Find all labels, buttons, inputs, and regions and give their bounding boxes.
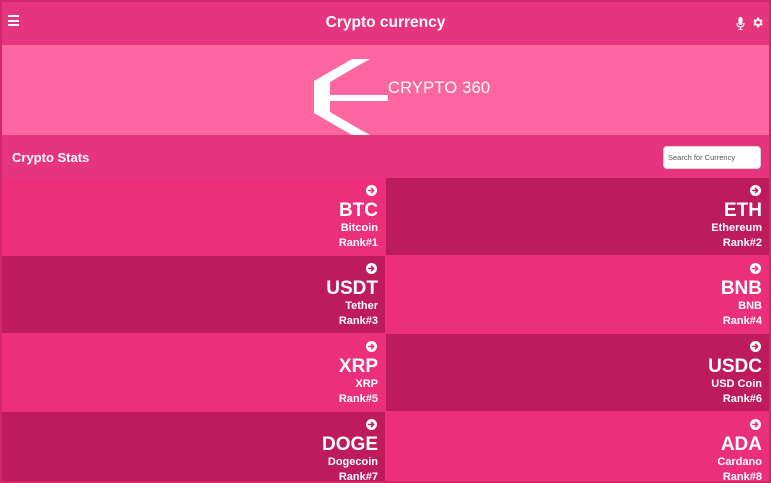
coin-rank: Rank#7 bbox=[338, 471, 378, 483]
coin-symbol: DOGE bbox=[322, 434, 378, 455]
coin-rank: Rank#3 bbox=[338, 315, 378, 327]
coin-symbol: BTC bbox=[338, 200, 378, 221]
arrow-right-circle-icon[interactable] bbox=[366, 419, 377, 430]
hamburger-menu-icon[interactable] bbox=[8, 15, 20, 27]
coin-card-ada[interactable]: ADA Cardano Rank#8 bbox=[386, 412, 769, 483]
coin-card-usdt[interactable]: USDT Tether Rank#3 bbox=[2, 256, 385, 333]
coin-rank: Rank#1 bbox=[338, 237, 378, 249]
coin-name: Cardano bbox=[717, 456, 762, 468]
coin-name: XRP bbox=[355, 378, 378, 390]
coin-card-usdc[interactable]: USDC USD Coin Rank#6 bbox=[386, 334, 769, 411]
coin-name: Tether bbox=[345, 300, 378, 312]
coin-name: Ethereum bbox=[711, 222, 762, 234]
coin-rank: Rank#8 bbox=[722, 471, 762, 483]
coin-card-eth[interactable]: ETH Ethereum Rank#2 bbox=[386, 178, 769, 255]
section-title: Crypto Stats bbox=[12, 150, 90, 165]
coin-rank: Rank#6 bbox=[722, 393, 762, 405]
coin-symbol: XRP bbox=[338, 356, 378, 377]
app-frame: Crypto currency CRYPTO 360 Crypto Stats … bbox=[0, 0, 771, 483]
coin-rank: Rank#2 bbox=[722, 237, 762, 249]
coin-card-bnb[interactable]: BNB BNB Rank#4 bbox=[386, 256, 769, 333]
coin-name: Bitcoin bbox=[340, 222, 378, 234]
microphone-icon[interactable] bbox=[736, 17, 745, 30]
coin-rank: Rank#5 bbox=[338, 393, 378, 405]
coin-card-btc[interactable]: BTC Bitcoin Rank#1 bbox=[2, 178, 385, 255]
arrow-right-circle-icon[interactable] bbox=[750, 419, 761, 430]
arrow-right-circle-icon[interactable] bbox=[366, 263, 377, 274]
coin-card-xrp[interactable]: XRP XRP Rank#5 bbox=[2, 334, 385, 411]
coin-symbol: USDT bbox=[326, 278, 378, 299]
crypto-logo-icon bbox=[314, 59, 388, 135]
coin-card-doge[interactable]: DOGE Dogecoin Rank#7 bbox=[2, 412, 385, 483]
arrow-right-circle-icon[interactable] bbox=[750, 263, 761, 274]
page-title: Crypto currency bbox=[325, 14, 446, 31]
gear-icon[interactable] bbox=[751, 16, 764, 29]
top-app-bar: Crypto currency bbox=[2, 2, 769, 45]
search-input[interactable] bbox=[663, 146, 761, 169]
arrow-right-circle-icon[interactable] bbox=[366, 341, 377, 352]
coin-symbol: ADA bbox=[720, 434, 762, 455]
coin-name: Dogecoin bbox=[327, 456, 378, 468]
hero-banner: CRYPTO 360 bbox=[2, 45, 769, 135]
arrow-right-circle-icon[interactable] bbox=[750, 185, 761, 196]
logo-text: CRYPTO 360 bbox=[388, 79, 491, 97]
coin-symbol: USDC bbox=[708, 356, 762, 377]
arrow-right-circle-icon[interactable] bbox=[750, 341, 761, 352]
coin-symbol: ETH bbox=[724, 200, 762, 221]
coin-name: USD Coin bbox=[711, 378, 762, 390]
stats-toolbar: Crypto Stats bbox=[2, 135, 769, 178]
coin-rank: Rank#4 bbox=[722, 315, 762, 327]
coin-symbol: BNB bbox=[720, 278, 762, 299]
arrow-right-circle-icon[interactable] bbox=[366, 185, 377, 196]
coin-name: BNB bbox=[738, 300, 762, 312]
